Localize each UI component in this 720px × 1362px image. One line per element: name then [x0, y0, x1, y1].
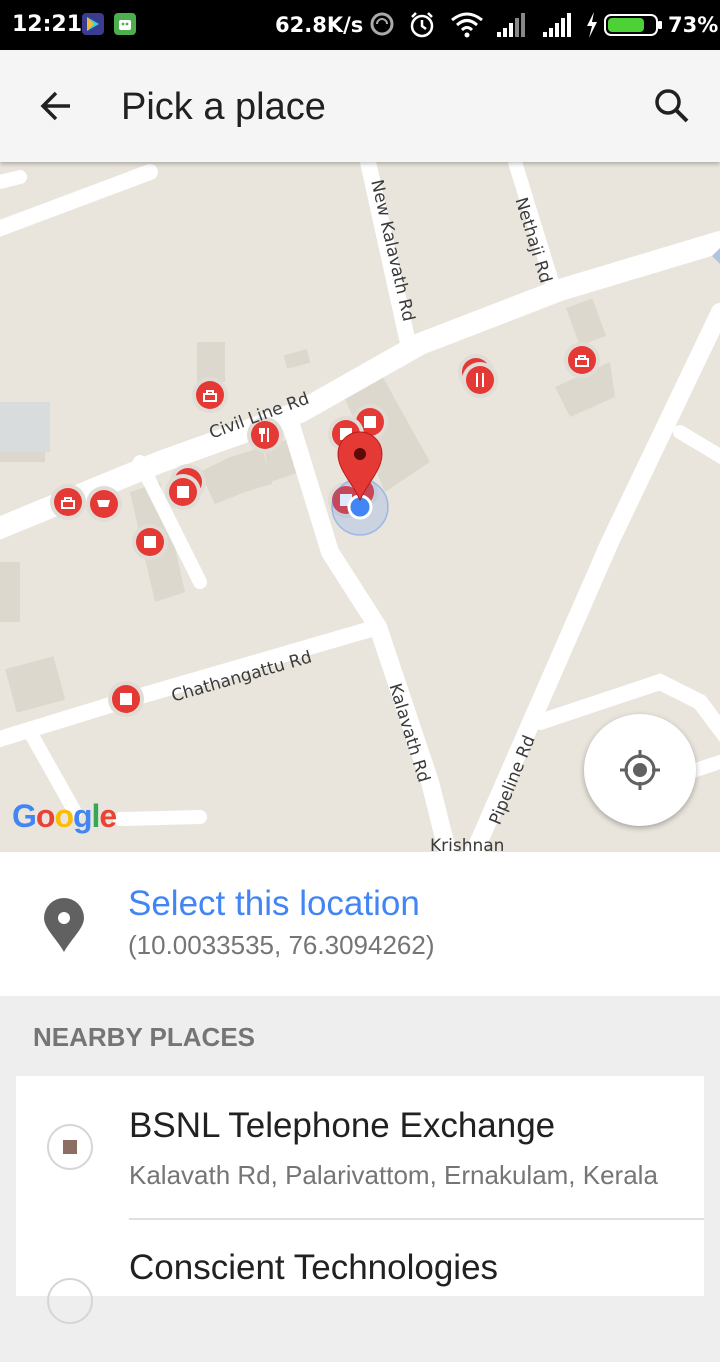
net-speed: 62.8K/s — [275, 13, 364, 37]
nearby-places-list: BSNL Telephone Exchange Kalavath Rd, Pal… — [16, 1076, 704, 1324]
arrow-left-icon — [40, 91, 70, 121]
search-button[interactable] — [644, 78, 700, 134]
place-name: BSNL Telephone Exchange — [129, 1106, 556, 1145]
list-item[interactable]: BSNL Telephone Exchange Kalavath Rd, Pal… — [16, 1076, 704, 1218]
select-location-row[interactable]: Select this location (10.0033535, 76.309… — [0, 852, 720, 996]
list-item[interactable]: Conscient Technologies — [16, 1220, 704, 1362]
signal-icon — [541, 10, 575, 45]
crosshair-icon — [620, 750, 660, 790]
select-location-title: Select this location — [128, 884, 420, 923]
app-icon — [82, 13, 104, 35]
place-type-icon — [47, 1278, 93, 1324]
place-name: Conscient Technologies — [129, 1248, 499, 1287]
place-address: Kalavath Rd, Palarivattom, Ernakulam, Ke… — [129, 1160, 658, 1190]
location-pin-icon — [44, 898, 84, 952]
page-title: Pick a place — [121, 86, 326, 128]
wifi-icon — [450, 10, 484, 45]
alarm-icon — [407, 10, 437, 45]
selected-coordinates: (10.0033535, 76.3094262) — [128, 930, 435, 960]
battery-percent: 73% — [668, 13, 719, 37]
status-bar: 12:21 62.8K/s 73% — [0, 0, 720, 50]
nearby-places-header: NEARBY PLACES — [33, 1022, 256, 1052]
back-button[interactable] — [28, 78, 84, 134]
my-location-button[interactable] — [584, 714, 696, 826]
app-bar: Pick a place — [0, 50, 720, 162]
charging-icon — [584, 10, 600, 45]
road-label: Krishnan — [430, 836, 505, 852]
search-icon — [655, 89, 689, 123]
android-icon — [114, 13, 136, 35]
google-logo: Google — [12, 798, 117, 834]
signal-icon — [495, 10, 529, 45]
battery-icon — [604, 13, 664, 42]
sync-icon — [368, 10, 396, 43]
map-view[interactable]: New Kalavath Rd Nethaji Rd Civil Line Rd… — [0, 162, 720, 852]
status-time: 12:21 — [12, 12, 83, 37]
place-type-icon — [47, 1124, 93, 1170]
